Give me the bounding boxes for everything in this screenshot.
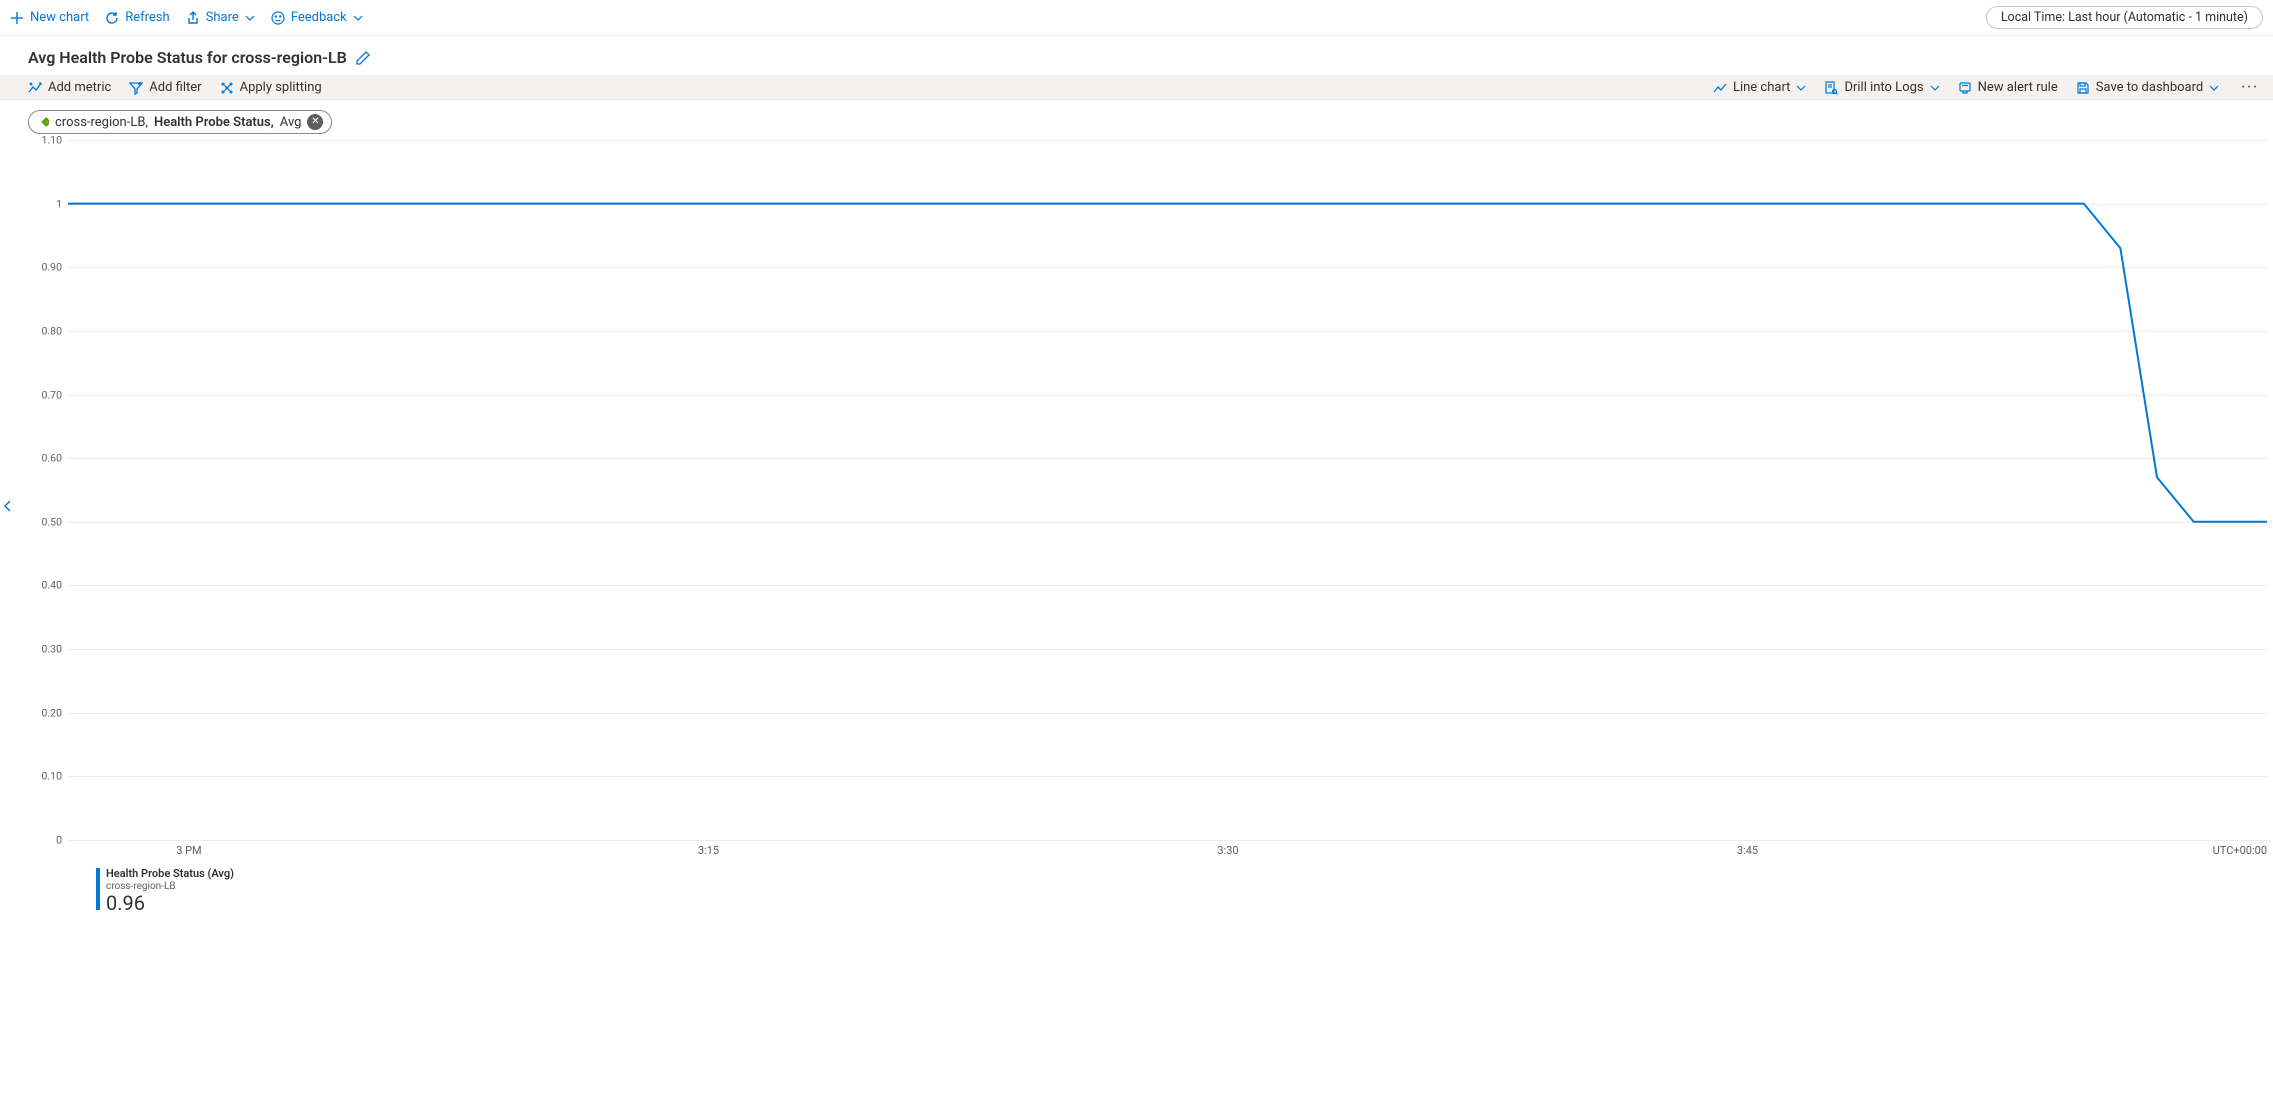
y-tick-label: 0.40 bbox=[28, 579, 62, 592]
top-command-bar: New chart Refresh Share Feedback Local T… bbox=[0, 0, 2273, 36]
refresh-label: Refresh bbox=[125, 10, 169, 25]
feedback-label: Feedback bbox=[291, 10, 347, 25]
series-line bbox=[68, 140, 2267, 840]
chevron-down-icon bbox=[1796, 83, 1806, 93]
metric-pill-row: cross-region-LB, Health Probe Status, Av… bbox=[0, 100, 2273, 140]
y-tick-label: 0.60 bbox=[28, 452, 62, 465]
chevron-down-icon bbox=[353, 13, 363, 23]
chart-type-label: Line chart bbox=[1733, 80, 1790, 95]
y-tick-label: 1 bbox=[28, 197, 62, 210]
apply-splitting-button[interactable]: Apply splitting bbox=[220, 80, 322, 95]
add-filter-button[interactable]: Add filter bbox=[129, 80, 201, 95]
alert-icon bbox=[1958, 81, 1972, 95]
logs-icon bbox=[1824, 81, 1838, 95]
timezone-label: UTC+00:00 bbox=[2213, 844, 2267, 857]
resource-icon bbox=[35, 115, 49, 129]
new-chart-label: New chart bbox=[30, 10, 89, 25]
y-tick-label: 0.20 bbox=[28, 706, 62, 719]
refresh-icon bbox=[105, 11, 119, 25]
y-tick-label: 0.30 bbox=[28, 643, 62, 656]
remove-metric-button[interactable]: ✕ bbox=[307, 114, 323, 130]
page-title: Avg Health Probe Status for cross-region… bbox=[28, 48, 347, 67]
top-command-bar-left: New chart Refresh Share Feedback bbox=[10, 10, 363, 25]
share-icon bbox=[186, 11, 200, 25]
x-axis: UTC+00:00 3 PM 3:15 3:30 3:45 bbox=[68, 840, 2267, 862]
metric-pill-resource: cross-region-LB, bbox=[55, 115, 148, 130]
y-tick-label: 0.50 bbox=[28, 515, 62, 528]
feedback-button[interactable]: Feedback bbox=[271, 10, 363, 25]
share-button[interactable]: Share bbox=[186, 10, 255, 25]
y-tick-label: 0 bbox=[28, 834, 62, 847]
time-range-label: Local Time: Last hour (Automatic - 1 min… bbox=[2001, 10, 2248, 25]
chart-toolbar-left: Add metric Add filter Apply splitting bbox=[28, 80, 322, 95]
legend-text: Health Probe Status (Avg) cross-region-L… bbox=[106, 868, 234, 915]
y-tick-label: 0.80 bbox=[28, 324, 62, 337]
collapse-handle[interactable] bbox=[2, 500, 14, 516]
x-tick-label: 3:45 bbox=[1737, 844, 1758, 857]
chevron-down-icon bbox=[1930, 83, 1940, 93]
metric-pill-agg: Avg bbox=[280, 115, 302, 130]
page-title-row: Avg Health Probe Status for cross-region… bbox=[0, 36, 2273, 75]
save-icon bbox=[2076, 81, 2090, 95]
chart-plot-area[interactable]: 1.1010.900.800.700.600.500.400.300.200.1… bbox=[68, 140, 2267, 840]
chart-type-button[interactable]: Line chart bbox=[1713, 80, 1806, 95]
legend-color-bar bbox=[96, 868, 100, 910]
add-metric-button[interactable]: Add metric bbox=[28, 80, 111, 95]
save-to-dashboard-button[interactable]: Save to dashboard bbox=[2076, 80, 2219, 95]
metric-pill-metric: Health Probe Status, bbox=[154, 115, 274, 130]
x-tick-label: 3 PM bbox=[176, 844, 201, 857]
plus-icon bbox=[10, 11, 24, 25]
drill-into-logs-label: Drill into Logs bbox=[1844, 80, 1923, 95]
time-range-picker[interactable]: Local Time: Last hour (Automatic - 1 min… bbox=[1986, 6, 2263, 29]
chart-container: 1.1010.900.800.700.600.500.400.300.200.1… bbox=[28, 140, 2273, 915]
y-tick-label: 1.10 bbox=[28, 134, 62, 147]
new-alert-rule-button[interactable]: New alert rule bbox=[1958, 80, 2058, 95]
chevron-down-icon bbox=[2209, 83, 2219, 93]
y-tick-label: 0.90 bbox=[28, 261, 62, 274]
legend-series-name: Health Probe Status (Avg) bbox=[106, 868, 234, 881]
x-tick-label: 3:15 bbox=[698, 844, 719, 857]
refresh-button[interactable]: Refresh bbox=[105, 10, 169, 25]
add-metric-label: Add metric bbox=[48, 80, 111, 95]
feedback-icon bbox=[271, 11, 285, 25]
chevron-down-icon bbox=[245, 13, 255, 23]
chevron-left-icon bbox=[2, 500, 14, 512]
more-actions-button[interactable]: ··· bbox=[2237, 80, 2263, 95]
share-label: Share bbox=[206, 10, 239, 25]
y-tick-label: 0.10 bbox=[28, 770, 62, 783]
line-chart-icon bbox=[1713, 81, 1727, 95]
chart-toolbar: Add metric Add filter Apply splitting Li… bbox=[0, 75, 2273, 100]
save-to-dashboard-label: Save to dashboard bbox=[2096, 80, 2203, 95]
y-tick-label: 0.70 bbox=[28, 388, 62, 401]
filter-icon bbox=[129, 81, 143, 95]
metric-pill[interactable]: cross-region-LB, Health Probe Status, Av… bbox=[28, 110, 332, 134]
add-filter-label: Add filter bbox=[149, 80, 201, 95]
drill-into-logs-button[interactable]: Drill into Logs bbox=[1824, 80, 1939, 95]
edit-icon[interactable] bbox=[355, 50, 371, 66]
splitting-icon bbox=[220, 81, 234, 95]
chart-toolbar-right: Line chart Drill into Logs New alert rul… bbox=[1713, 80, 2263, 95]
new-alert-rule-label: New alert rule bbox=[1978, 80, 2058, 95]
apply-splitting-label: Apply splitting bbox=[240, 80, 322, 95]
new-chart-button[interactable]: New chart bbox=[10, 10, 89, 25]
chart-legend[interactable]: Health Probe Status (Avg) cross-region-L… bbox=[96, 868, 2273, 915]
x-tick-label: 3:30 bbox=[1217, 844, 1238, 857]
add-metric-icon bbox=[28, 81, 42, 95]
legend-value: 0.96 bbox=[106, 892, 234, 915]
